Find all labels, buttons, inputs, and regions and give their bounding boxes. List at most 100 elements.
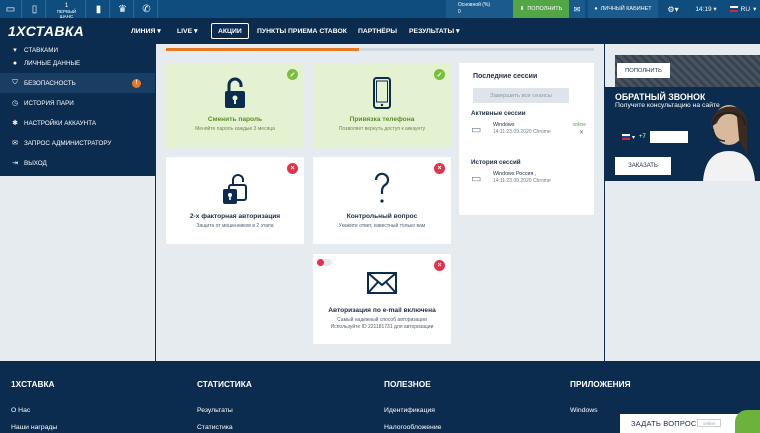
nav-line-label: ЛИНИЯ bbox=[131, 27, 156, 35]
sidebar-item-admin-request[interactable]: ✉ ЗАПРОС АДМИНИСТРАТОРУ bbox=[0, 133, 155, 153]
site-logo[interactable]: 1XСТАВКА bbox=[8, 23, 84, 39]
language-value: RU bbox=[740, 5, 751, 13]
desktop-icon[interactable]: ▭ bbox=[0, 0, 22, 18]
mail-icon[interactable]: ✉ bbox=[569, 0, 585, 18]
sessions-panel: Последние сессии Завершить все сеансы Ак… bbox=[459, 63, 594, 215]
lock-icon bbox=[166, 77, 304, 109]
footer-link-awards[interactable]: Наши награды bbox=[11, 424, 57, 431]
shield-icon: ⛉ bbox=[12, 79, 18, 86]
nav-live[interactable]: LIVE ▾ bbox=[177, 18, 197, 44]
top-bar: ▭ ▯ 1 ПЕРВЫЙ ШАНС ▮ ♛ ✆ Основной (%) 0 ⬇… bbox=[0, 0, 760, 19]
card-subtitle: Защита от мошенников в 2 этапа bbox=[196, 223, 274, 229]
sidebar-item-label: ЗАПРОС АДМИНИСТРАТОРУ bbox=[24, 139, 112, 147]
language-selector[interactable]: RU ▾ bbox=[726, 0, 760, 18]
mobile-icon[interactable]: ▯ bbox=[24, 0, 46, 18]
deposit-button[interactable]: ⬇ ПОПОЛНИТЬ bbox=[513, 0, 569, 18]
end-all-sessions-button[interactable]: Завершить все сеансы bbox=[473, 88, 569, 103]
monitor-icon: ▭ bbox=[471, 173, 482, 185]
callback-title: ОБРАТНЫЙ ЗВОНОК bbox=[615, 92, 706, 102]
security-progress-fill bbox=[166, 48, 359, 51]
mail-icon: ✉ bbox=[12, 140, 18, 147]
order-call-button[interactable]: ЗАКАЗАТЬ bbox=[615, 157, 671, 175]
nav-partners[interactable]: ПАРТНЁРЫ bbox=[358, 18, 397, 44]
envelope-icon bbox=[313, 271, 451, 295]
logout-icon: ⇥ bbox=[12, 160, 18, 167]
sidebar-item-label: ИСТОРИЯ ПАРИ bbox=[24, 99, 74, 107]
flag-icon[interactable] bbox=[622, 134, 630, 140]
personal-cabinet-button[interactable]: ● ЛИЧНЫЙ КАБИНЕТ bbox=[588, 0, 658, 18]
trophy-icon[interactable]: ♛ bbox=[112, 0, 134, 18]
balance-selector[interactable]: Основной (%) 0 bbox=[446, 0, 513, 18]
toggle-knob bbox=[317, 259, 324, 266]
smartphone-icon bbox=[313, 77, 451, 109]
footer-link-statistics[interactable]: Статистика bbox=[197, 424, 233, 431]
sidebar-item-label: НАСТРОЙКИ АККАУНТА bbox=[24, 119, 97, 127]
footer-link-identification[interactable]: Идентификация bbox=[384, 407, 435, 414]
two-factor-card[interactable]: × 2-х факторная авторизация Защита от мо… bbox=[166, 157, 304, 244]
sidebar-item-label: ВЫХОД bbox=[24, 159, 47, 167]
card-subtitle-line2: Используйте ID 221181731 для авторизации bbox=[330, 324, 434, 330]
change-password-card[interactable]: ✓ Сменить пароль Меняйте пароль каждые 3… bbox=[166, 63, 304, 148]
sidebar-item-personal-data[interactable]: ● ЛИЧНЫЕ ДАННЫЕ bbox=[0, 53, 155, 73]
callback-phone-row: ▾ +7 bbox=[622, 131, 688, 143]
gear-icon[interactable]: ⚙▾ bbox=[660, 0, 686, 18]
chevron-down-icon[interactable]: ▾ bbox=[632, 134, 635, 141]
phone-binding-card[interactable]: ✓ Привязка телефона Позволяет вернуть до… bbox=[313, 63, 451, 148]
footer-link-taxation[interactable]: Налогообложение bbox=[384, 424, 441, 431]
phone-input[interactable] bbox=[649, 131, 688, 143]
phone-code: +7 bbox=[639, 134, 646, 140]
card-title: 2-х факторная авторизация bbox=[189, 213, 281, 220]
flag-icon bbox=[729, 6, 738, 12]
footer-link-windows[interactable]: Windows bbox=[570, 407, 598, 414]
card-title: Сменить пароль bbox=[207, 116, 263, 123]
footer-link-about[interactable]: О Нас bbox=[11, 407, 30, 414]
chevron-down-icon: ▾ bbox=[753, 6, 757, 13]
nav-betting-points[interactable]: ПУНКТЫ ПРИЕМА СТАВОК bbox=[257, 18, 347, 44]
user-icon: ● bbox=[12, 59, 18, 67]
email-auth-card[interactable]: × Авторизация по e-mail включена Самый н… bbox=[313, 254, 451, 344]
chevron-down-icon: ▾ bbox=[711, 6, 717, 13]
session-time: 14:11 23.09.2020 Chrome bbox=[493, 129, 551, 135]
chat-status: online bbox=[697, 419, 721, 427]
nav-results[interactable]: РЕЗУЛЬТАТЫ ▾ bbox=[409, 18, 459, 44]
account-sidebar: ▾ СТАВКАМИ ● ЛИЧНЫЕ ДАННЫЕ ⛉ БЕЗОПАСНОСТ… bbox=[0, 44, 155, 176]
active-session-row: ▭ Windows 14:11 23.09.2020 Chrome online… bbox=[471, 122, 586, 138]
nav-promotions[interactable]: АКЦИИ bbox=[211, 23, 249, 39]
footer-col-title: ПРИЛОЖЕНИЯ bbox=[570, 379, 631, 389]
promo-deposit-button[interactable]: ПОПОЛНИТЬ bbox=[617, 63, 670, 78]
warning-icon: ! bbox=[132, 78, 141, 88]
deposit-label: ПОПОЛНИТЬ bbox=[527, 6, 563, 12]
clock[interactable]: 14:19 ▾ bbox=[688, 0, 724, 18]
sidebar-item-security[interactable]: ⛉ БЕЗОПАСНОСТЬ ! bbox=[0, 73, 155, 93]
nav-results-label: РЕЗУЛЬТАТЫ bbox=[409, 27, 455, 35]
stats-icon[interactable]: ▮ bbox=[88, 0, 110, 18]
first-chance-promo[interactable]: 1 ПЕРВЫЙ ШАНС bbox=[48, 0, 86, 19]
phone-icon[interactable]: ✆ bbox=[136, 0, 158, 18]
toggle-switch[interactable] bbox=[317, 259, 332, 266]
cross-icon: × bbox=[434, 260, 445, 271]
user-icon: ● bbox=[594, 6, 598, 12]
cabinet-label: ЛИЧНЫЙ КАБИНЕТ bbox=[600, 6, 652, 12]
sessions-title: Последние сессии bbox=[473, 73, 538, 80]
footer-col-title: ПОЛЕЗНОЕ bbox=[384, 379, 431, 389]
close-session-icon[interactable]: ✕ bbox=[579, 129, 584, 136]
chat-icon[interactable] bbox=[735, 410, 760, 433]
history-icon: ◷ bbox=[11, 100, 19, 107]
sidebar-item-bet-history[interactable]: ◷ ИСТОРИЯ ПАРИ bbox=[0, 93, 155, 113]
sidebar-item-label: ЛИЧНЫЕ ДАННЫЕ bbox=[24, 59, 81, 67]
security-question-card[interactable]: × Контрольный вопрос Укажите ответ, изве… bbox=[313, 157, 451, 244]
session-history-title: История сессий bbox=[471, 159, 521, 166]
session-time: 14:11 23.09.2020 Chrome bbox=[493, 178, 551, 184]
history-session-row: ▭ Windows Россия , 14:11 23.09.2020 Chro… bbox=[471, 171, 586, 187]
settings-icon: ✱ bbox=[12, 120, 18, 127]
session-status: online bbox=[572, 122, 586, 128]
ask-question-label: ЗАДАТЬ ВОПРОС bbox=[631, 419, 697, 428]
balance-value: 0 bbox=[458, 9, 461, 15]
session-name: Windows Россия , bbox=[493, 171, 537, 177]
footer-link-results[interactable]: Результаты bbox=[197, 407, 233, 414]
sidebar-item-logout[interactable]: ⇥ ВЫХОД bbox=[0, 153, 155, 173]
sidebar-item-label: БЕЗОПАСНОСТЬ bbox=[24, 79, 76, 87]
sidebar-item-account-settings[interactable]: ✱ НАСТРОЙКИ АККАУНТА bbox=[0, 113, 155, 133]
balance-label: Основной (%) bbox=[458, 2, 491, 8]
card-title: Контрольный вопрос bbox=[346, 213, 418, 220]
